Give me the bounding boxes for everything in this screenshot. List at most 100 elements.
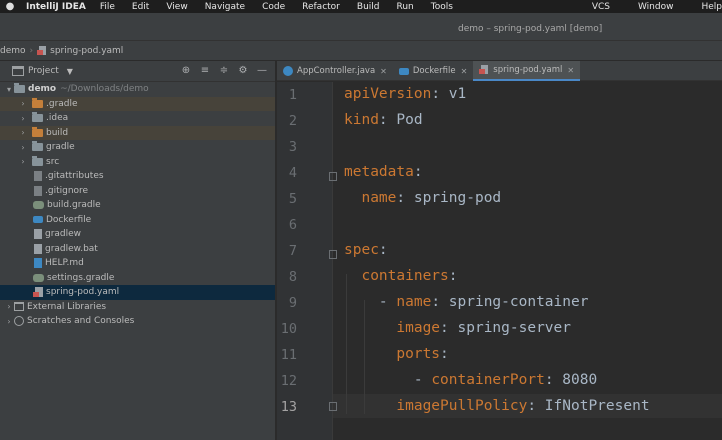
file-icon (34, 229, 42, 240)
menu-tools[interactable]: Tools (431, 2, 453, 12)
close-icon[interactable]: ✕ (380, 67, 387, 76)
project-panel-header: Project ▼ ⊕ ≡ ≑ ⚙ — (0, 61, 275, 82)
menu-navigate[interactable]: Navigate (205, 2, 245, 12)
chevron-down-icon[interactable]: ▾ (4, 85, 14, 94)
line-number: 5 (288, 191, 297, 207)
tree-item-idea[interactable]: › .idea (0, 111, 275, 126)
breadcrumb-file[interactable]: spring-pod.yaml (50, 46, 123, 56)
breadcrumb: demo › spring-pod.yaml (0, 41, 722, 61)
close-icon[interactable]: ✕ (567, 66, 574, 75)
tree-item-spring-pod-yaml[interactable]: spring-pod.yaml (0, 285, 275, 300)
macos-menubar: ● IntelliJ IDEA File Edit View Navigate … (0, 0, 722, 13)
menu-refactor[interactable]: Refactor (302, 2, 340, 12)
menu-code[interactable]: Code (262, 2, 285, 12)
code-line: image: spring-server (396, 320, 571, 336)
chevron-right-icon[interactable]: › (4, 302, 14, 311)
gear-icon[interactable]: ⚙ (236, 64, 250, 78)
project-view-selector[interactable]: Project (28, 66, 59, 76)
file-icon (34, 171, 42, 182)
menu-window[interactable]: Window (638, 2, 674, 12)
tree-item-gitignore[interactable]: .gitignore (0, 184, 275, 199)
collapse-all-icon[interactable]: ≑ (217, 64, 231, 78)
chevron-right-icon[interactable]: › (4, 317, 14, 326)
editor-tab-bar: AppController.java ✕ Dockerfile ✕ spring… (277, 61, 722, 81)
tree-item-external-libraries[interactable]: › External Libraries (0, 300, 275, 315)
fold-marker-icon[interactable] (329, 172, 337, 181)
scratches-icon (14, 316, 24, 327)
tree-item-gradle-cache[interactable]: › .gradle (0, 96, 275, 111)
menu-edit[interactable]: Edit (132, 2, 149, 12)
chevron-right-icon[interactable]: › (18, 157, 28, 166)
chevron-right-icon[interactable]: › (18, 99, 28, 108)
tab-appcontroller[interactable]: AppController.java ✕ (277, 61, 393, 81)
line-number: 6 (288, 217, 297, 233)
code-line: spec: (344, 242, 388, 258)
tree-item-demo[interactable]: ▾ demo ~/Downloads/demo (0, 82, 275, 97)
menu-app-name[interactable]: IntelliJ IDEA (26, 2, 86, 12)
window-title: demo – spring-pod.yaml [demo] (458, 24, 603, 34)
line-number: 10 (280, 321, 297, 337)
chevron-down-icon[interactable]: ▼ (67, 67, 73, 76)
line-number-gutter: 1 2 3 4 5 6 7 8 9 10 11 12 13 (277, 82, 337, 440)
tree-item-settings-gradle[interactable]: settings.gradle (0, 271, 275, 286)
hide-panel-icon[interactable]: — (255, 64, 269, 78)
file-icon (34, 185, 42, 196)
tree-item-gradle[interactable]: › gradle (0, 140, 275, 155)
file-icon (34, 243, 42, 254)
folder-icon (32, 112, 43, 123)
library-icon (14, 302, 24, 312)
tree-item-dockerfile[interactable]: Dockerfile (0, 213, 275, 228)
menu-help[interactable]: Help (701, 2, 722, 12)
tree-item-src[interactable]: › src (0, 155, 275, 170)
folder-icon (32, 126, 43, 137)
line-number: 1 (288, 87, 297, 103)
fold-marker-icon[interactable] (329, 402, 337, 411)
line-number: 3 (288, 139, 297, 155)
locate-file-icon[interactable]: ⊕ (179, 64, 193, 78)
code-editor[interactable]: 1 2 3 4 5 6 7 8 9 10 11 12 13 apiVersion… (277, 82, 722, 440)
tree-item-gradlew[interactable]: gradlew (0, 227, 275, 242)
folder-icon (32, 141, 43, 152)
fold-marker-icon[interactable] (329, 250, 337, 259)
menu-vcs[interactable]: VCS (592, 2, 610, 12)
docker-icon (398, 67, 409, 75)
line-number: 12 (280, 373, 297, 389)
line-number: 9 (288, 295, 297, 311)
code-line: - name: spring-container (378, 294, 589, 310)
docker-icon (33, 216, 43, 224)
code-line: apiVersion: v1 (344, 86, 467, 102)
folder-icon (14, 83, 25, 94)
tree-item-gitattributes[interactable]: .gitattributes (0, 169, 275, 184)
tree-item-build-gradle[interactable]: build.gradle (0, 198, 275, 213)
code-line: containers: (361, 268, 458, 284)
chevron-right-icon[interactable]: › (18, 143, 28, 152)
line-number: 11 (280, 347, 297, 363)
gradle-icon (33, 201, 44, 210)
yaml-file-icon (37, 45, 47, 56)
menu-build[interactable]: Build (357, 2, 380, 12)
breadcrumb-separator-icon: › (29, 45, 34, 56)
project-icon (12, 66, 24, 76)
window-titlebar: demo – spring-pod.yaml [demo] (0, 13, 722, 41)
code-line: kind: Pod (344, 112, 423, 128)
chevron-right-icon[interactable]: › (18, 114, 28, 123)
tree-item-build[interactable]: › build (0, 125, 275, 140)
apple-icon[interactable]: ● (4, 1, 16, 13)
breadcrumb-root[interactable]: demo (0, 46, 26, 56)
menu-run[interactable]: Run (396, 2, 413, 12)
tree-item-gradlew-bat[interactable]: gradlew.bat (0, 242, 275, 257)
folder-icon (32, 97, 43, 108)
close-icon[interactable]: ✕ (461, 67, 468, 76)
tab-dockerfile[interactable]: Dockerfile ✕ (393, 61, 473, 81)
menu-view[interactable]: View (166, 2, 187, 12)
chevron-right-icon[interactable]: › (18, 128, 28, 137)
expand-all-icon[interactable]: ≡ (198, 64, 212, 78)
line-number: 8 (288, 269, 297, 285)
line-number: 4 (288, 165, 297, 181)
tree-item-help-md[interactable]: HELP.md (0, 256, 275, 271)
code-line: name: spring-pod (361, 190, 502, 206)
tree-item-scratches[interactable]: › Scratches and Consoles (0, 314, 275, 329)
menu-file[interactable]: File (100, 2, 115, 12)
tab-spring-pod-yaml[interactable]: spring-pod.yaml ✕ (473, 61, 581, 81)
yaml-file-icon (479, 65, 489, 75)
